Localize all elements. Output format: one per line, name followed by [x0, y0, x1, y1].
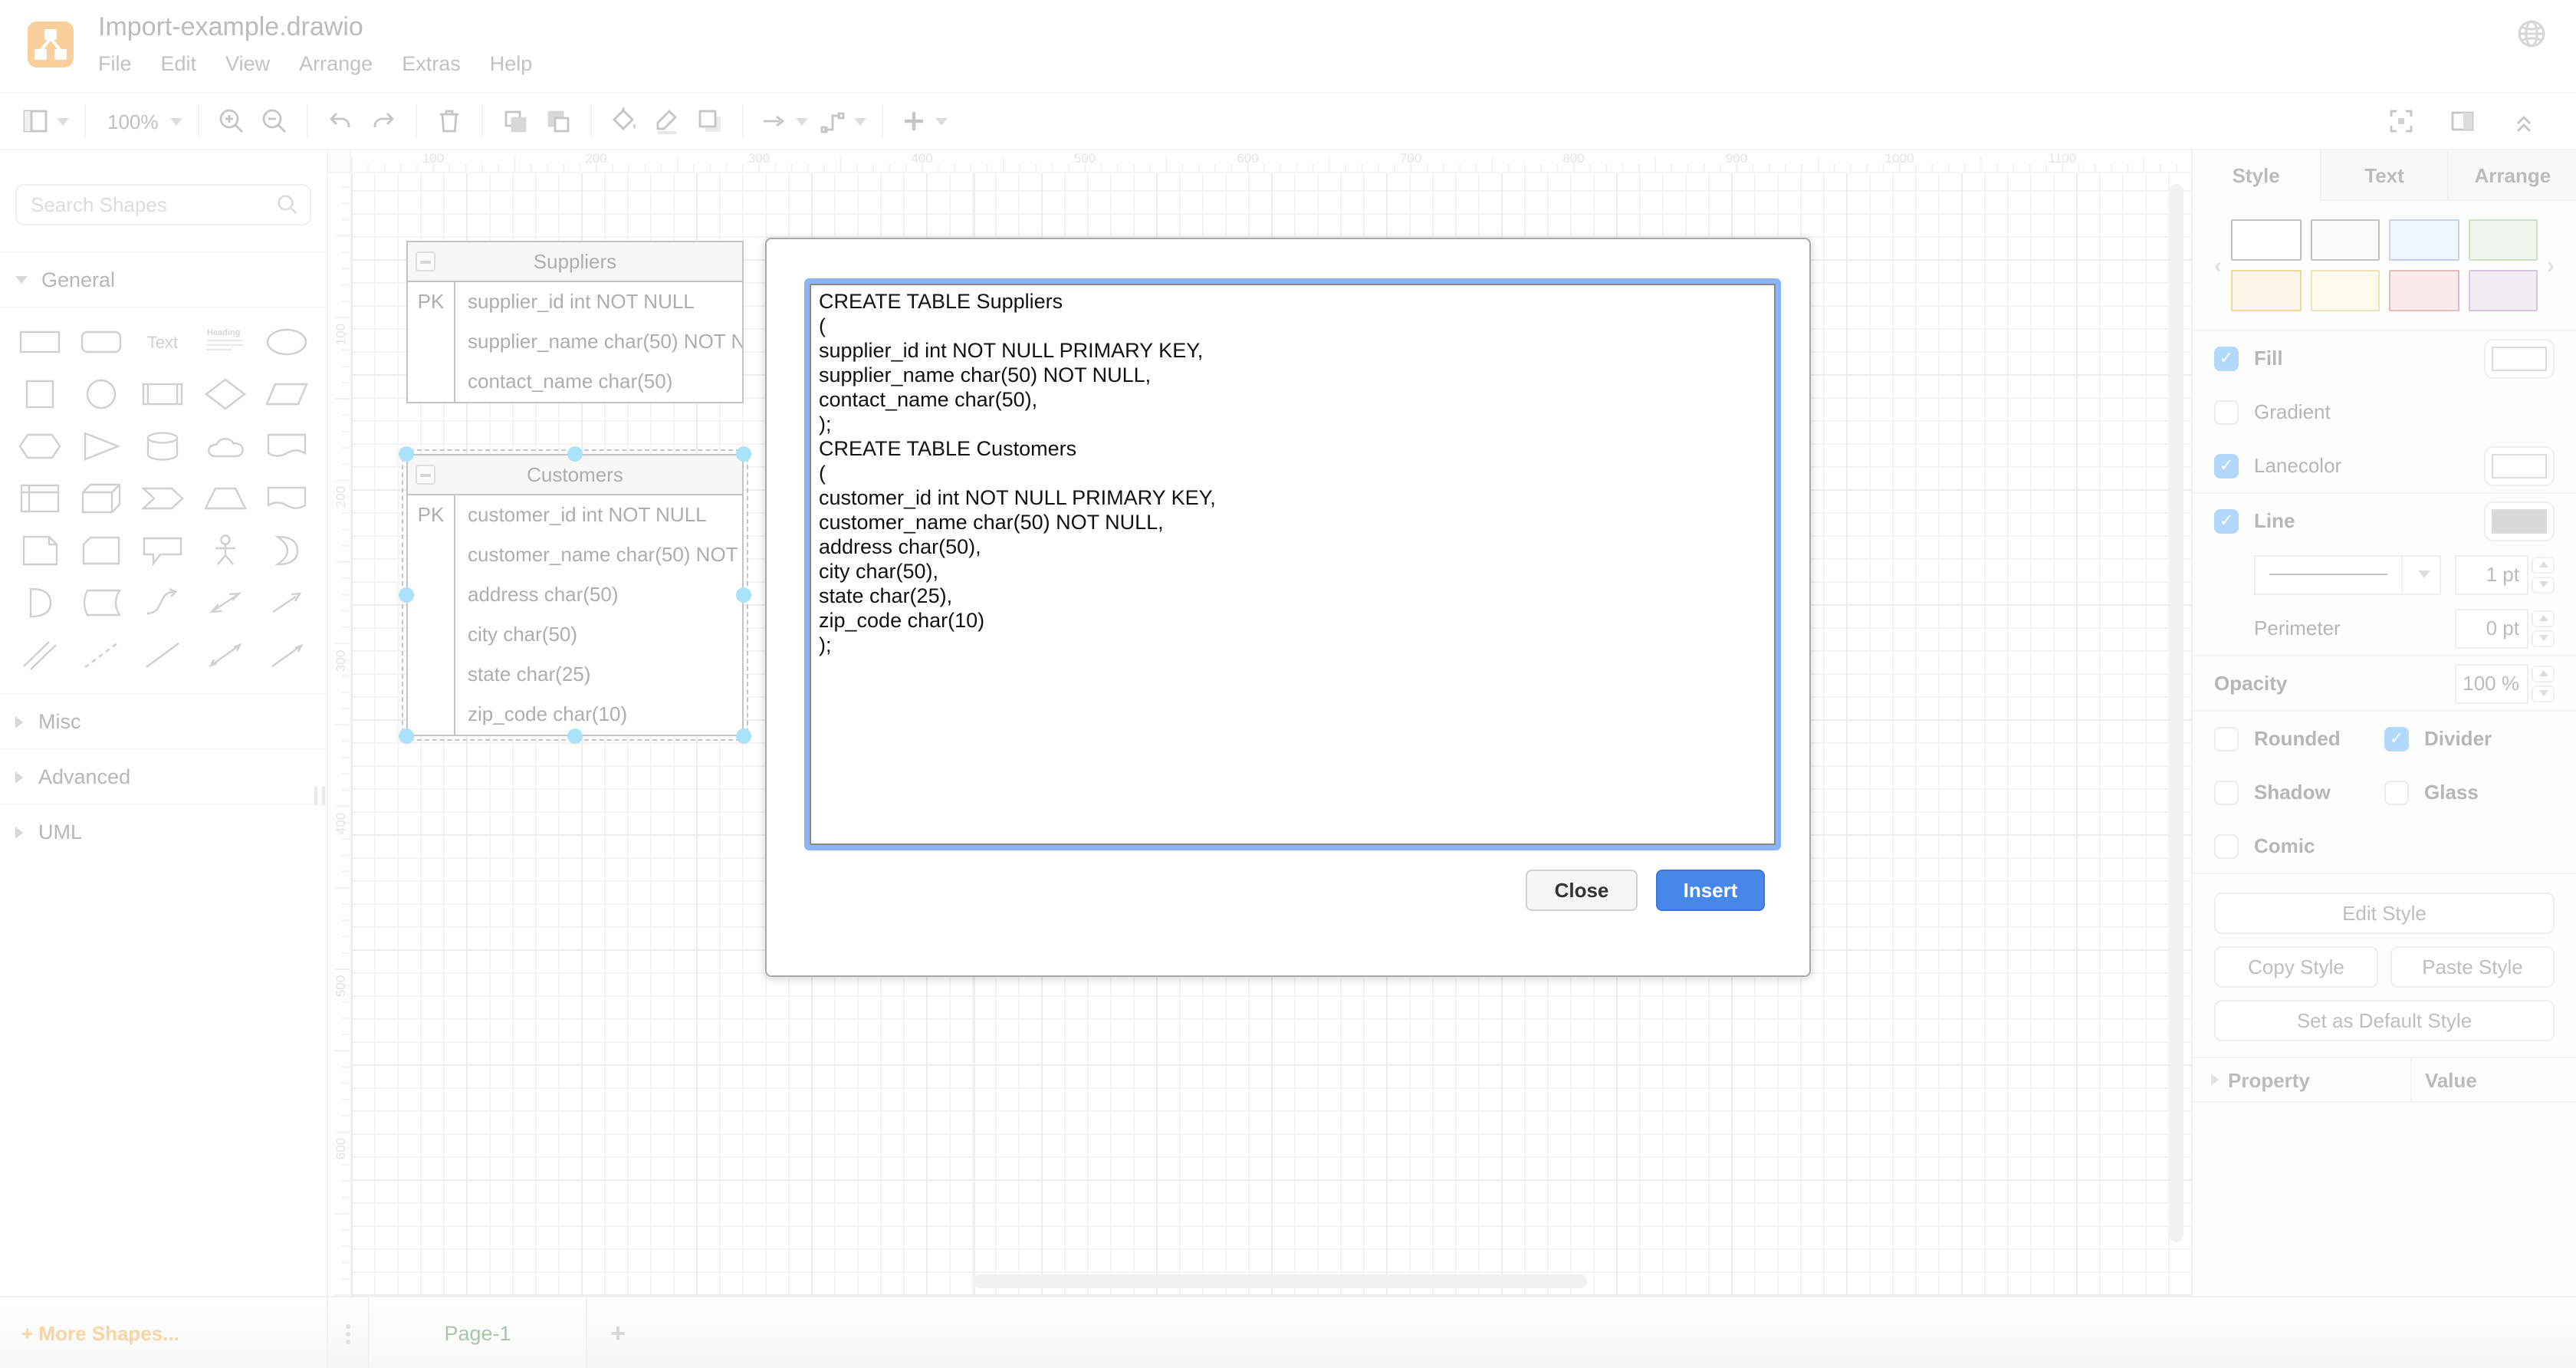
drawio-app: Import-example.drawio FileEditViewArrang… — [0, 0, 2576, 1368]
import-sql-dialog: CREATE TABLE Suppliers ( supplier_id int… — [765, 238, 1811, 977]
insert-button[interactable]: Insert — [1656, 870, 1765, 911]
sql-textarea[interactable]: CREATE TABLE Suppliers ( supplier_id int… — [810, 284, 1776, 845]
close-button[interactable]: Close — [1526, 870, 1638, 911]
